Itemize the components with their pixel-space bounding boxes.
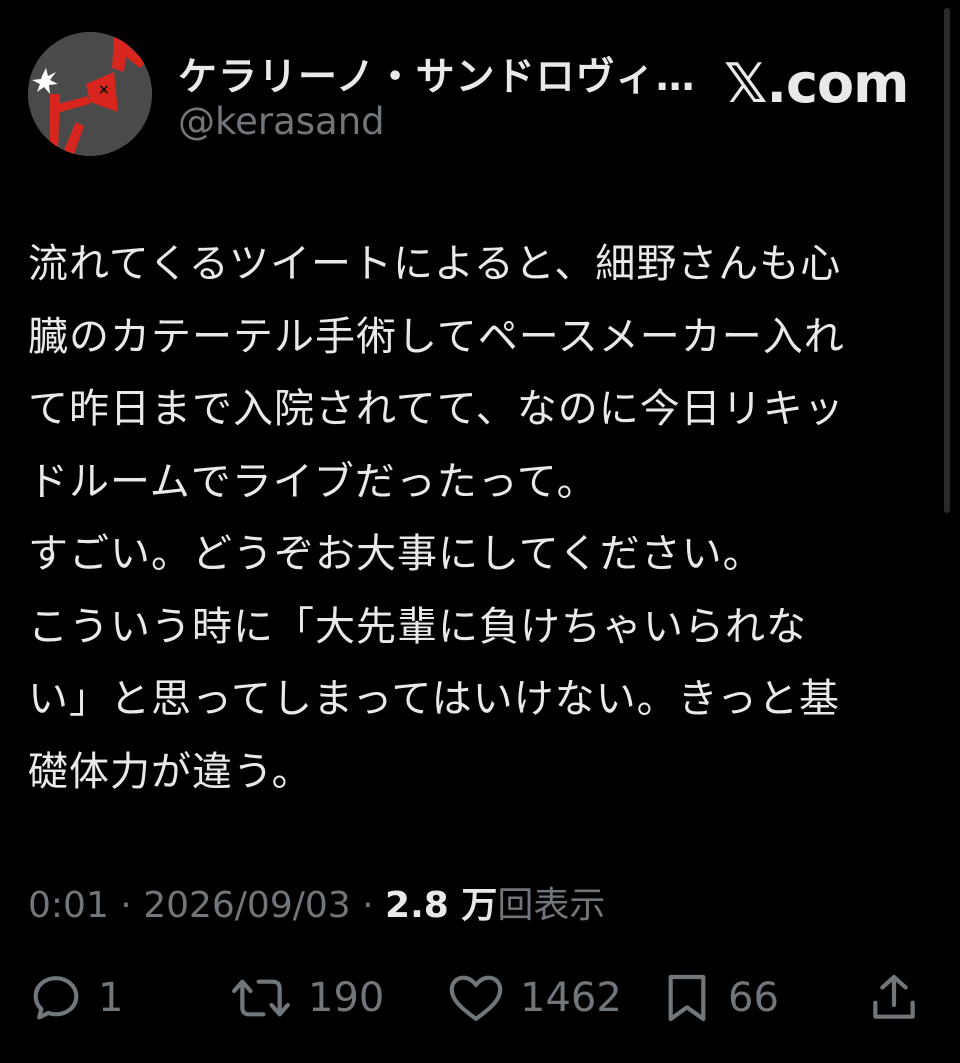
reply-button[interactable]: 1 bbox=[28, 968, 123, 1028]
retweet-count: 190 bbox=[308, 975, 385, 1021]
like-count: 1462 bbox=[520, 975, 622, 1021]
megaphone-figure-avatar-icon: × bbox=[28, 32, 152, 156]
views-count: 2.8 万 bbox=[385, 885, 498, 926]
retweet-button[interactable]: 190 bbox=[228, 968, 384, 1028]
brand-logo: 𝕏.com bbox=[724, 52, 909, 115]
meta-separator: · bbox=[350, 885, 386, 926]
bookmark-button[interactable]: 66 bbox=[660, 968, 779, 1028]
scrollbar[interactable] bbox=[944, 8, 950, 513]
tweet-line: こういう時に「大先輩に負けちゃいられな bbox=[28, 603, 807, 650]
action-bar: 1 190 1462 66 bbox=[28, 968, 928, 1028]
like-button[interactable]: 1462 bbox=[446, 968, 622, 1028]
tweet-line: ドルームでライブだったって。 bbox=[28, 458, 598, 505]
tweet-meta: 0:01 · 2026/09/03 · 2.8 万回表示 bbox=[28, 876, 605, 928]
bookmark-icon bbox=[668, 974, 706, 1022]
tweet-line: 流れてくるツイートによると、細野さんも心 bbox=[28, 241, 842, 287]
tweet-line: い」と思ってしまってはいけない。きっと基 bbox=[28, 676, 840, 722]
views-label: 回表示 bbox=[497, 885, 606, 926]
tweet-date[interactable]: 2026/09/03 bbox=[143, 885, 351, 926]
share-button[interactable] bbox=[866, 968, 922, 1028]
meta-separator: · bbox=[108, 885, 144, 926]
tweet-header: × ケラリーノ・サンドロヴィ… @kerasand 𝕏.com bbox=[28, 32, 928, 162]
tweet-line: すごい。どうぞお大事にしてください。 bbox=[28, 531, 764, 577]
retweet-icon bbox=[232, 979, 290, 1017]
author-handle[interactable]: @kerasand bbox=[178, 100, 385, 143]
share-icon bbox=[873, 974, 915, 1019]
tweet-line: て昨日まで入院されてて、なのに今日リキッ bbox=[28, 386, 845, 432]
reply-count: 1 bbox=[98, 975, 124, 1021]
avatar[interactable]: × bbox=[28, 32, 152, 156]
bookmark-count: 66 bbox=[728, 975, 779, 1021]
tweet-line: 礎体力が違う。 bbox=[28, 748, 313, 795]
tweet-text: 流れてくるツイートによると、細野さんも心 臓のカテーテル手術してペースメーカー入… bbox=[28, 228, 932, 808]
svg-text:×: × bbox=[98, 82, 110, 98]
tweet-line: 臓のカテーテル手術してペースメーカー入れ bbox=[28, 313, 845, 360]
author-display-name[interactable]: ケラリーノ・サンドロヴィ… bbox=[178, 46, 696, 102]
tweet-time[interactable]: 0:01 bbox=[28, 885, 109, 926]
reply-icon bbox=[33, 976, 79, 1020]
heart-icon bbox=[449, 975, 503, 1021]
